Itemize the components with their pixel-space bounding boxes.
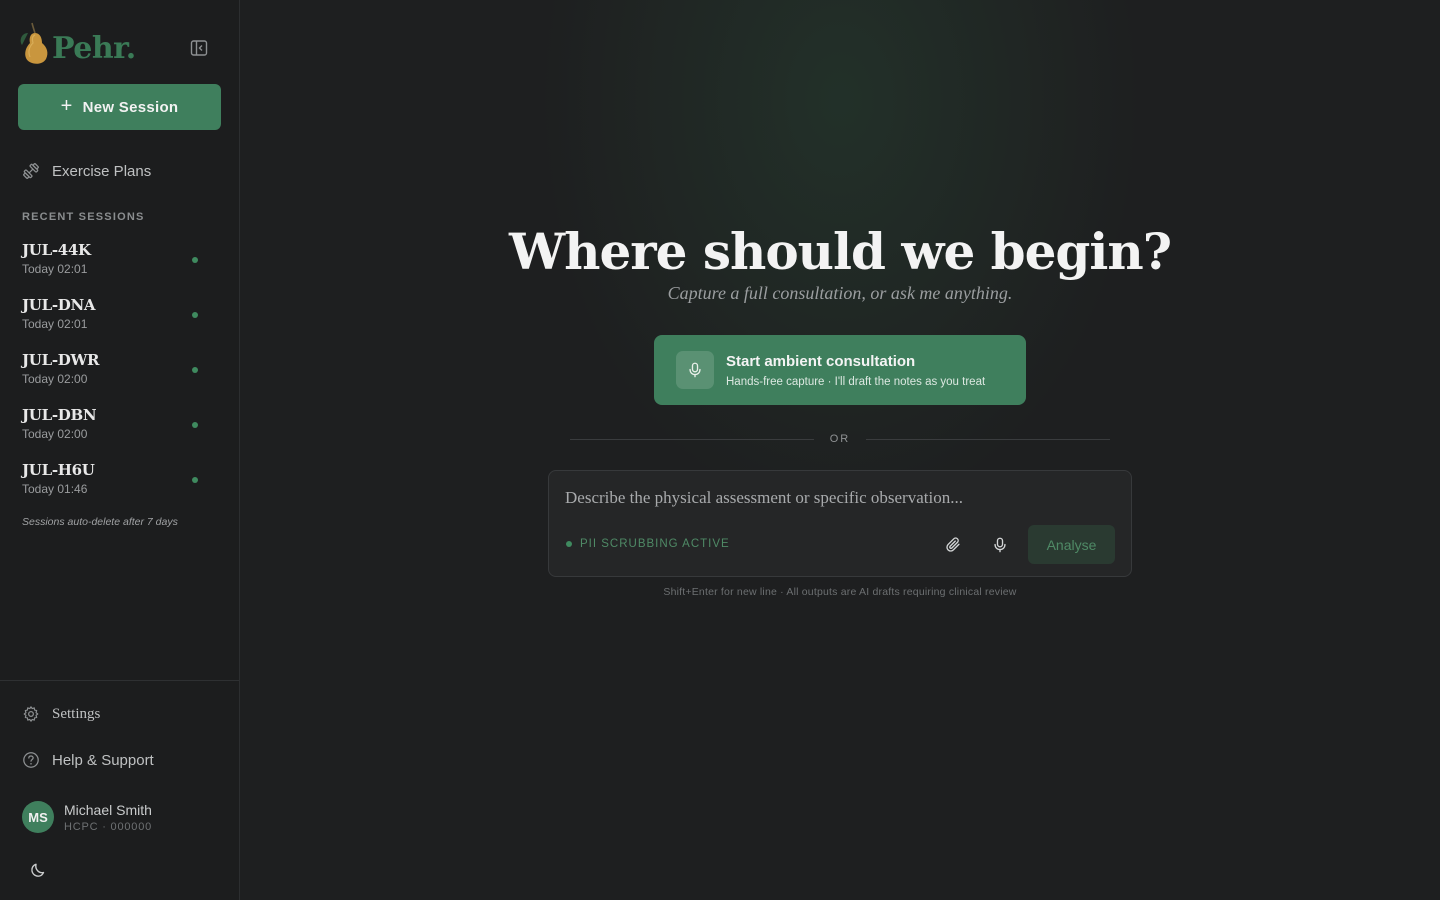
ambient-title: Start ambient consultation [726,352,916,370]
session-id: JUL-H6U [22,461,95,479]
avatar: MS [22,801,54,833]
brand-name: Pehr. [52,30,136,66]
autodelete-note: Sessions auto-delete after 7 days [22,516,178,528]
session-id: JUL-DNA [22,296,96,314]
or-divider: OR [570,432,1110,446]
composer: PII SCRUBBING ACTIVE Analyse [548,470,1132,577]
ambient-mic-badge [676,351,714,389]
nav-help-support[interactable]: Help & Support [22,751,154,769]
composer-footnote: Shift+Enter for new line · All outputs a… [663,586,1017,598]
nav-exercise-plans-label: Exercise Plans [52,162,152,180]
divider-line [866,438,1110,440]
sidebar-collapse-icon [190,40,208,56]
session-status-dot [192,367,198,373]
attach-button[interactable] [940,531,968,559]
session-item[interactable]: JUL-DNA Today 02:01 [22,296,212,340]
new-session-label: New Session [82,98,179,116]
session-time: Today 02:00 [22,427,88,441]
voice-input-button[interactable] [986,531,1014,559]
theme-toggle-button[interactable] [28,860,48,880]
session-status-dot [192,257,198,263]
session-time: Today 01:46 [22,482,88,496]
session-status-dot [192,422,198,428]
moon-icon [31,863,45,877]
session-status-dot [192,312,198,318]
pii-status-dot [566,541,572,547]
microphone-icon [689,362,701,378]
nav-exercise-plans[interactable]: Exercise Plans [22,162,151,180]
nav-settings-label: Settings [52,705,101,722]
gear-icon [23,706,39,722]
ambient-subtitle: Hands-free capture · I'll draft the note… [726,375,986,388]
analyse-button[interactable]: Analyse [1028,525,1115,564]
nav-settings[interactable]: Settings [22,705,100,723]
session-id: JUL-44K [22,241,91,259]
pii-status: PII SCRUBBING ACTIVE [566,538,730,550]
user-profile[interactable]: MS Michael Smith HCPC · 000000 [22,801,152,833]
user-name: Michael Smith [64,801,152,818]
session-item[interactable]: JUL-DBN Today 02:00 [22,406,212,450]
session-id: JUL-DWR [22,351,100,369]
dumbbell-icon [23,163,39,179]
session-item[interactable]: JUL-H6U Today 01:46 [22,461,212,505]
page-title: Where should we begin? [508,222,1172,281]
sidebar: Pehr. + New Session Exercise Plans RECEN… [0,0,240,900]
paperclip-icon [946,537,960,552]
nav-help-label: Help & Support [52,751,154,769]
pii-status-label: PII SCRUBBING ACTIVE [580,538,730,550]
divider-line [570,438,814,440]
session-time: Today 02:01 [22,317,88,331]
or-label: OR [829,433,851,445]
sidebar-divider [0,680,239,681]
page-subtitle: Capture a full consultation, or ask me a… [667,283,1013,303]
start-ambient-consultation-button[interactable]: Start ambient consultation Hands-free ca… [654,335,1026,405]
new-session-button[interactable]: + New Session [18,84,221,130]
session-item[interactable]: JUL-44K Today 02:01 [22,241,212,285]
session-time: Today 02:00 [22,372,88,386]
brand-logo[interactable]: Pehr. [18,20,148,68]
session-status-dot [192,477,198,483]
plus-icon: + [60,95,73,117]
main-panel: Where should we begin? Capture a full co… [240,0,1440,900]
pear-logo-icon [20,22,48,64]
collapse-sidebar-button[interactable] [186,36,212,60]
session-item[interactable]: JUL-DWR Today 02:00 [22,351,212,395]
session-id: JUL-DBN [22,406,97,424]
question-circle-icon [23,752,39,768]
microphone-icon [994,537,1006,553]
composer-input[interactable] [565,485,1115,511]
session-time: Today 02:01 [22,262,88,276]
user-registration: HCPC · 000000 [64,820,153,833]
recent-sessions-heading: RECENT SESSIONS [22,211,145,223]
